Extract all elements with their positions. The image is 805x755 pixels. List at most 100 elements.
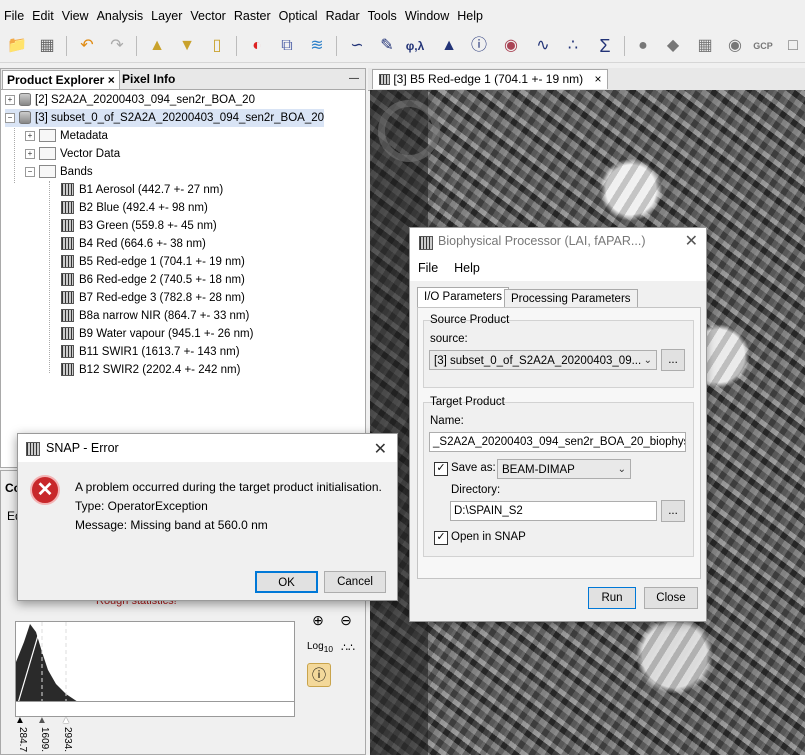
tab-pixel-info[interactable]: Pixel Info: [118, 70, 179, 88]
zoom-out-icon[interactable]: ⊖: [335, 609, 357, 631]
band-item[interactable]: B9 Water vapour (945.1 +- 26 nm): [61, 325, 253, 343]
close-icon[interactable]: ×: [108, 73, 115, 87]
dialog-title: Biophysical Processor (LAI, fAPAR...): [438, 234, 646, 248]
menu-window[interactable]: Window: [401, 0, 453, 32]
menu-optical[interactable]: Optical: [275, 0, 322, 32]
band-item[interactable]: B5 Red-edge 1 (704.1 +- 19 nm): [61, 253, 245, 271]
profile-plot-icon[interactable]: ✎: [376, 35, 398, 57]
correlation-plot-icon[interactable]: ∴: [562, 35, 584, 57]
menu-view[interactable]: View: [58, 0, 93, 32]
open-product-icon[interactable]: 📁: [6, 35, 28, 57]
ok-button[interactable]: OK: [255, 571, 318, 593]
zoom-in-icon[interactable]: ⊕: [307, 609, 329, 631]
slider-handle-min-icon[interactable]: ▲: [15, 715, 25, 726]
target-name-field[interactable]: _S2A2A_20200403_094_sen2r_BOA_20_biophys…: [429, 432, 686, 452]
mask-manager-icon[interactable]: ◉: [500, 35, 522, 57]
format-select[interactable]: BEAM-DIMAP ⌄: [497, 459, 631, 479]
information-icon[interactable]: ⓘ: [307, 663, 331, 687]
pin-manager-icon[interactable]: ●: [632, 35, 654, 57]
expand-icon[interactable]: +: [5, 94, 15, 105]
close-button[interactable]: Close: [644, 587, 698, 609]
tree-product-2[interactable]: + [2] S2A2A_20200403_094_sen2r_BOA_20: [5, 91, 255, 109]
import-vector-icon[interactable]: ▲: [146, 35, 168, 57]
pin-placing-icon[interactable]: ◆: [662, 35, 684, 57]
navigation-ring-icon[interactable]: [378, 100, 440, 162]
rgb-image-icon[interactable]: ◐: [246, 35, 268, 57]
menu-tools[interactable]: Tools: [364, 0, 401, 32]
undo-icon[interactable]: ↶: [76, 35, 98, 57]
tree-folder-metadata[interactable]: + Metadata: [25, 127, 108, 145]
menu-help[interactable]: Help: [446, 255, 488, 281]
band-item[interactable]: B7 Red-edge 3 (782.8 +- 28 nm): [61, 289, 245, 307]
menu-file[interactable]: File: [0, 0, 28, 32]
tab-io-parameters[interactable]: I/O Parameters: [417, 287, 509, 307]
expand-icon[interactable]: +: [25, 130, 35, 141]
menu-raster[interactable]: Raster: [230, 0, 275, 32]
save-as-checkbox[interactable]: ✓: [434, 462, 448, 476]
gcp-manager-icon[interactable]: GCP: [752, 35, 774, 57]
menu-layer[interactable]: Layer: [147, 0, 186, 32]
close-icon[interactable]: ✕: [685, 228, 698, 255]
spectrum-icon[interactable]: ∽: [346, 35, 368, 57]
tab-processing-parameters[interactable]: Processing Parameters: [504, 289, 638, 309]
shape-tool-icon[interactable]: □: [782, 35, 804, 57]
folder-label: Bands: [60, 166, 93, 178]
tab-label: Product Explorer: [7, 73, 105, 87]
statistics-icon[interactable]: Σ: [594, 35, 616, 57]
band-icon: [61, 237, 74, 251]
band-item[interactable]: B6 Red-edge 2 (740.5 +- 18 nm): [61, 271, 245, 289]
slider-handle-max-icon[interactable]: ▲: [61, 715, 71, 726]
geo-coding-icon[interactable]: φ,λ: [404, 35, 426, 57]
source-product-select[interactable]: [3] subset_0_of_S2A2A_20200403_09... ⌄: [429, 350, 657, 370]
log-scale-button[interactable]: Log10: [307, 641, 333, 654]
collapse-icon[interactable]: −: [5, 112, 15, 123]
tab-image-view[interactable]: [3] B5 Red-edge 1 (704.1 +- 19 nm) ×: [372, 69, 609, 89]
graticule-icon[interactable]: ▦: [694, 35, 716, 57]
cancel-button[interactable]: Cancel: [324, 571, 386, 593]
band-icon: [61, 345, 74, 359]
histogram-icon[interactable]: ▲: [438, 35, 460, 57]
collapse-icon[interactable]: −: [25, 166, 35, 177]
menu-radar[interactable]: Radar: [322, 0, 364, 32]
band-item[interactable]: B8a narrow NIR (864.7 +- 33 nm): [61, 307, 249, 325]
tree-folder-vector-data[interactable]: + Vector Data: [25, 145, 120, 163]
histogram-slider-bar[interactable]: [15, 701, 295, 717]
band-item[interactable]: B2 Blue (492.4 +- 98 nm): [61, 199, 208, 217]
band-item[interactable]: B1 Aerosol (442.7 +- 27 nm): [61, 181, 223, 199]
directory-field[interactable]: D:\SPAIN_S2: [450, 501, 657, 521]
product-icon: [19, 93, 31, 107]
directory-browse-button[interactable]: ...: [661, 500, 685, 522]
menu-file[interactable]: File: [410, 255, 446, 281]
distribute-icon[interactable]: ∴∴: [337, 637, 359, 659]
layers-icon[interactable]: ⧉: [276, 35, 298, 57]
tree-product-3[interactable]: − [3] subset_0_of_S2A2A_20200403_094_sen2…: [5, 109, 325, 127]
band-item[interactable]: B4 Red (664.6 +- 38 nm): [61, 235, 206, 253]
information-icon[interactable]: ⓘ: [468, 35, 490, 57]
band-item[interactable]: B3 Green (559.8 +- 45 nm): [61, 217, 217, 235]
menu-analysis[interactable]: Analysis: [93, 0, 148, 32]
menu-help[interactable]: Help: [453, 0, 487, 32]
open-in-snap-checkbox[interactable]: ✓: [434, 531, 448, 545]
band-item[interactable]: B11 SWIR1 (1613.7 +- 143 nm): [61, 343, 240, 361]
menu-vector[interactable]: Vector: [186, 0, 229, 32]
close-icon[interactable]: ×: [594, 72, 601, 86]
world-wind-icon[interactable]: ≋: [306, 35, 328, 57]
source-browse-button[interactable]: ...: [661, 349, 685, 371]
tab-product-explorer[interactable]: Product Explorer ×: [2, 70, 120, 89]
histogram-plot[interactable]: [15, 621, 295, 713]
redo-icon[interactable]: ↷: [106, 35, 128, 57]
tree-folder-bands[interactable]: − Bands: [25, 163, 93, 181]
menu-edit[interactable]: Edit: [28, 0, 58, 32]
close-icon[interactable]: ✕: [374, 439, 387, 459]
band-item[interactable]: B12 SWIR2 (2202.4 +- 242 nm): [61, 361, 240, 379]
import-data-icon[interactable]: ▼: [176, 35, 198, 57]
minimize-icon[interactable]: —: [345, 70, 363, 88]
overlay-icon[interactable]: ◉: [724, 35, 746, 57]
band-maths-icon[interactable]: ▯: [206, 35, 228, 57]
explorer-tab-bar: Product Explorer × Pixel Info —: [1, 69, 365, 90]
scatter-plot-icon[interactable]: ∿: [532, 35, 554, 57]
expand-icon[interactable]: +: [25, 148, 35, 159]
slider-handle-mid-icon[interactable]: ▲: [37, 715, 47, 726]
run-button[interactable]: Run: [588, 587, 636, 609]
save-product-icon[interactable]: ▦: [36, 35, 58, 57]
